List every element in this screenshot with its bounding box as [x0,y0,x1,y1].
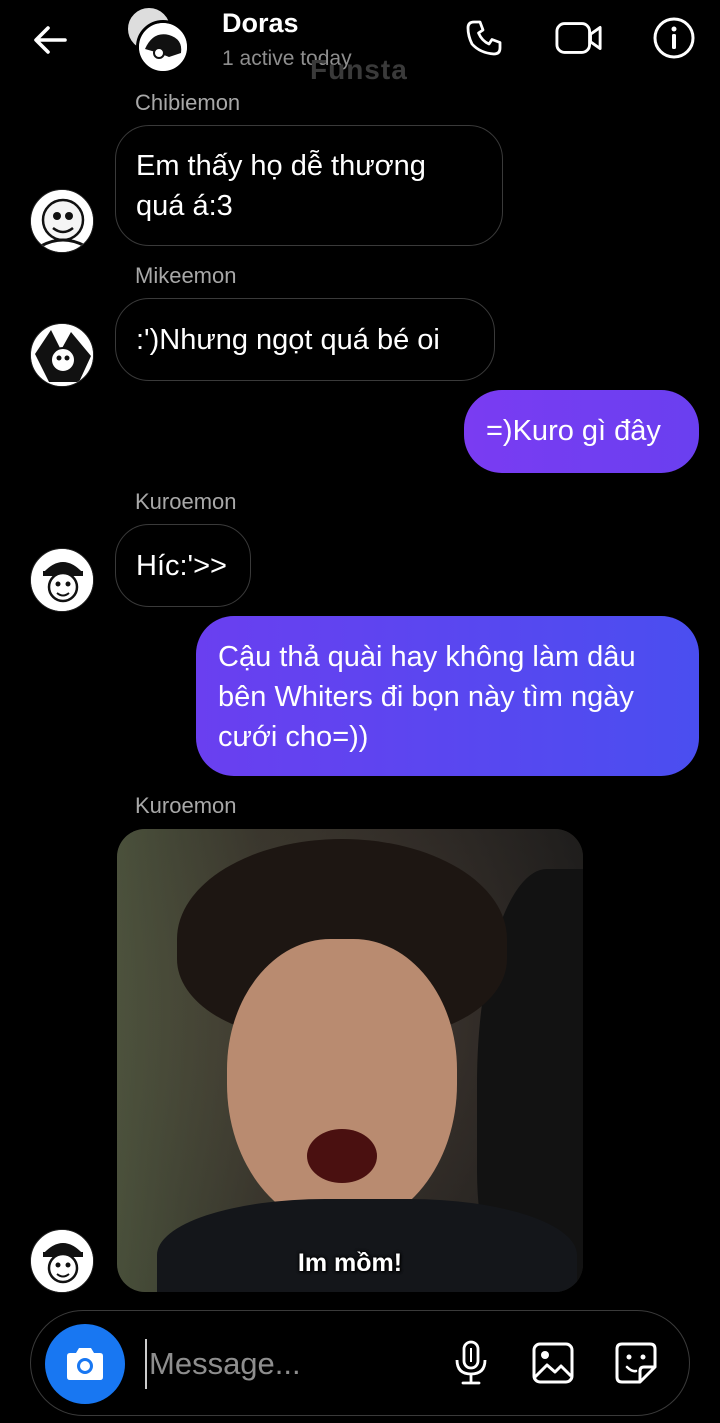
message-bubble-incoming[interactable]: Híc:'>> [115,524,251,607]
message-composer [30,1310,690,1416]
video-camera-icon [555,22,602,54]
sender-name: Chibiemon [135,90,241,115]
message-input[interactable] [145,1339,435,1389]
back-button[interactable] [26,16,74,64]
chat-title[interactable]: Doras [222,8,299,39]
gallery-icon [532,1342,574,1384]
message-bubble-outgoing[interactable]: =)Kuro gì đây [464,390,699,473]
camera-button[interactable] [45,1324,125,1404]
gallery-button[interactable] [528,1338,578,1388]
watermark: Funsta [310,54,408,85]
photo-coat [157,1199,577,1292]
image-caption: Im mồm! [297,1249,403,1277]
message-bubble-outgoing[interactable]: Cậu thả quài hay không làm dâu bên White… [196,616,699,776]
info-icon [653,17,695,59]
sender-name: Mikeemon [135,263,237,288]
avatar[interactable] [30,189,94,253]
sender-name: Kuroemon [135,489,237,514]
avatar[interactable] [30,548,94,612]
message-bubble-incoming[interactable]: Em thấy họ dễ thương quá á:3 [115,125,503,246]
photo-face [227,939,457,1229]
camera-icon [67,1348,103,1380]
voice-call-button[interactable] [460,14,508,62]
back-arrow-icon [34,26,67,54]
group-avatar[interactable] [126,6,194,74]
message-bubble-incoming[interactable]: :')Nhưng ngọt quá bé oi [115,298,495,381]
microphone-icon [455,1340,487,1385]
image-message[interactable]: Im mồm! [117,829,583,1292]
avatar[interactable] [30,323,94,387]
sticker-icon [615,1342,657,1384]
photo-mouth [307,1129,377,1183]
chat-header: Doras 1 active today Funsta [0,0,720,85]
sticker-button[interactable] [611,1338,661,1388]
info-button[interactable] [650,14,698,62]
phone-icon [466,20,502,56]
video-call-button[interactable] [555,14,603,62]
voice-message-button[interactable] [446,1338,496,1388]
sender-name: Kuroemon [135,793,237,818]
group-avatar-front [136,20,190,74]
avatar[interactable] [30,1229,94,1293]
